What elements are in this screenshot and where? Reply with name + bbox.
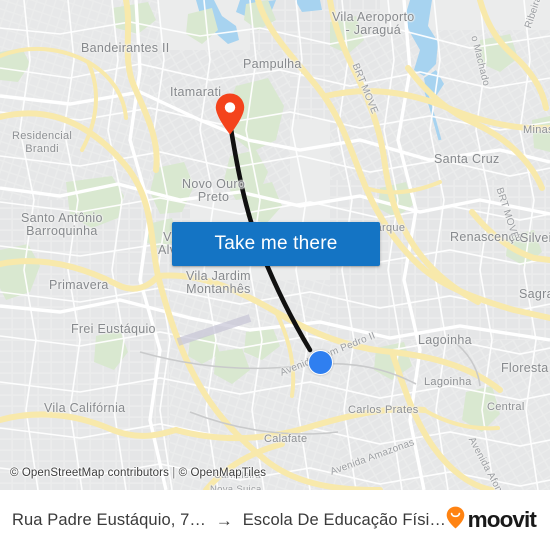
origin-location-dot[interactable] — [308, 350, 333, 375]
origin-label: Rua Padre Eustáquio, 7… — [12, 510, 206, 529]
map-attribution: © OpenStreetMap contributors | © OpenMap… — [10, 467, 266, 479]
moovit-logo[interactable]: moovit — [446, 506, 538, 534]
destination-label: Escola De Educação Físi… — [242, 510, 446, 529]
trip-summary: Rua Padre Eustáquio, 7… → Escola De Educ… — [12, 511, 446, 530]
arrow-right-icon: → — [215, 510, 233, 530]
attribution-osm[interactable]: © OpenStreetMap contributors — [10, 467, 169, 479]
attribution-tiles[interactable]: © OpenMapTiles — [179, 467, 266, 479]
moovit-map-share-card: Bandeirantes II Pampulha Vila Aeroporto - … — [0, 0, 550, 550]
trip-footer: Rua Padre Eustáquio, 7… → Escola De Educ… — [0, 490, 550, 550]
moovit-wordmark: moovit — [467, 507, 537, 532]
moovit-pin-icon — [446, 506, 465, 534]
destination-pin-icon[interactable] — [214, 92, 246, 136]
take-me-there-button[interactable]: Take me there — [172, 222, 380, 266]
map-canvas[interactable]: Bandeirantes II Pampulha Vila Aeroporto - … — [0, 0, 550, 490]
